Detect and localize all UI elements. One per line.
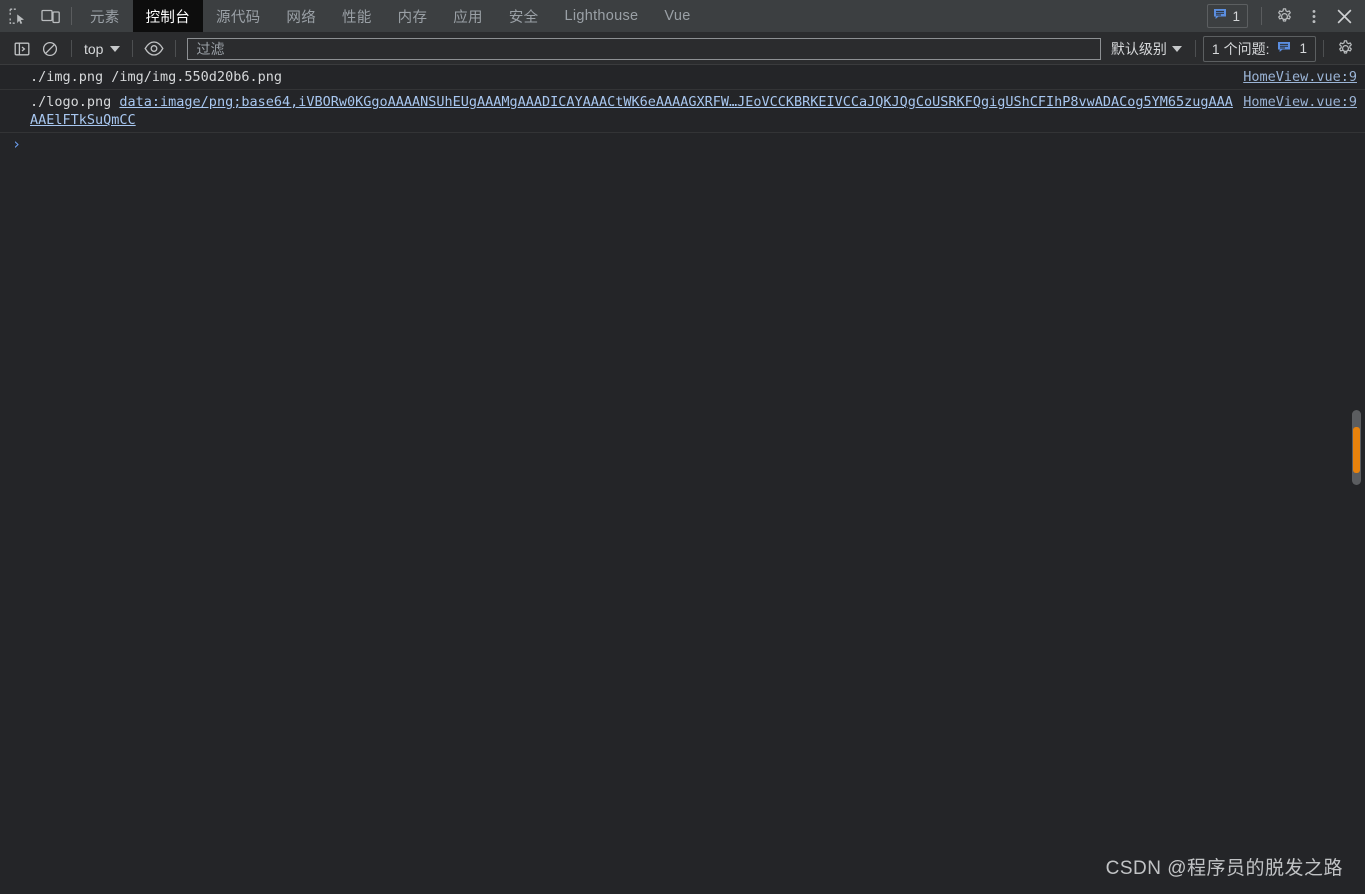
- tab-memory[interactable]: 内存: [385, 0, 441, 32]
- tabbar-right-controls: 1: [1207, 0, 1365, 32]
- execution-context-selector[interactable]: top: [79, 39, 125, 59]
- console-log-text: ./img.png /img/img.550d20b6.png: [0, 68, 1243, 86]
- tab-application[interactable]: 应用: [440, 0, 496, 32]
- vertical-scrollbar[interactable]: [1350, 65, 1363, 894]
- log-source-link[interactable]: HomeView.vue:9: [1243, 68, 1365, 86]
- issues-badge[interactable]: 1 个问题: 1: [1202, 35, 1316, 62]
- log-source-link[interactable]: HomeView.vue:9: [1243, 93, 1365, 111]
- tab-vue[interactable]: Vue: [651, 0, 703, 32]
- message-bubble-icon: [1213, 7, 1227, 25]
- console-prompt-row[interactable]: ›: [0, 133, 1365, 156]
- console-log-row-1[interactable]: ./img.png /img/img.550d20b6.png HomeView…: [0, 65, 1365, 90]
- more-vertical-icon[interactable]: [1299, 1, 1329, 31]
- toolbar-divider-2: [132, 40, 134, 57]
- device-toolbar-icon[interactable]: [34, 0, 68, 32]
- tabbar-spacer: [704, 0, 1208, 32]
- show-console-sidebar-icon[interactable]: [8, 36, 36, 62]
- tab-security[interactable]: 安全: [496, 0, 552, 32]
- scrollbar-warning-marker: [1353, 427, 1360, 473]
- toolbar-divider-3: [175, 40, 177, 57]
- execution-context-label: top: [84, 40, 104, 57]
- tabbar-divider: [71, 7, 72, 25]
- log-text-plain: ./logo.png: [30, 94, 120, 110]
- filter-input[interactable]: [194, 39, 1094, 58]
- log-level-label: 默认级别: [1110, 40, 1167, 57]
- console-log-row-2[interactable]: ./logo.png data:image/png;base64,iVBORw0…: [0, 90, 1365, 133]
- log-data-uri-link[interactable]: data:image/png;base64,iVBORw0KGgoAAAANSU…: [30, 94, 1233, 128]
- toolbar-divider-5: [1323, 40, 1324, 57]
- tab-sources[interactable]: 源代码: [203, 0, 273, 32]
- prompt-caret-icon: ›: [12, 135, 22, 153]
- log-text-plain: ./img.png /img/img.550d20b6.png: [30, 69, 282, 85]
- tab-elements[interactable]: 元素: [77, 0, 133, 32]
- filter-input-wrapper[interactable]: [187, 37, 1101, 60]
- tabbar-right-divider: [1261, 7, 1262, 25]
- tab-lighthouse[interactable]: Lighthouse: [551, 0, 651, 32]
- devtools-window: 元素 控制台 源代码 网络 性能 内存 应用 安全 Lighthouse Vue…: [0, 0, 1365, 894]
- issues-label: 1 个问题:: [1211, 40, 1270, 57]
- live-expression-icon[interactable]: [140, 36, 168, 62]
- console-message-list[interactable]: ./img.png /img/img.550d20b6.png HomeView…: [0, 65, 1365, 894]
- issues-count: 1: [1299, 41, 1307, 56]
- issues-bubble-icon: [1277, 40, 1291, 58]
- message-count-badge[interactable]: 1: [1207, 4, 1248, 28]
- log-level-selector[interactable]: 默认级别: [1105, 37, 1188, 61]
- gear-icon[interactable]: [1269, 1, 1299, 31]
- chevron-down-icon: [110, 45, 121, 52]
- toolbar-divider-1: [71, 40, 72, 57]
- inspect-element-icon[interactable]: [0, 0, 34, 32]
- console-toolbar: top 默认级别 1 个问题:: [0, 33, 1365, 65]
- toolbar-divider-4: [1194, 40, 1196, 57]
- chevron-down-icon: [1171, 45, 1182, 52]
- gear-icon[interactable]: [1331, 36, 1359, 62]
- tab-network[interactable]: 网络: [273, 0, 329, 32]
- close-icon[interactable]: [1329, 1, 1359, 31]
- tab-console[interactable]: 控制台: [132, 0, 204, 32]
- clear-console-icon[interactable]: [36, 36, 64, 62]
- message-count: 1: [1232, 8, 1240, 24]
- devtools-tabbar: 元素 控制台 源代码 网络 性能 内存 应用 安全 Lighthouse Vue…: [0, 0, 1365, 33]
- tab-performance[interactable]: 性能: [329, 0, 385, 32]
- console-log-text: ./logo.png data:image/png;base64,iVBORw0…: [0, 93, 1243, 129]
